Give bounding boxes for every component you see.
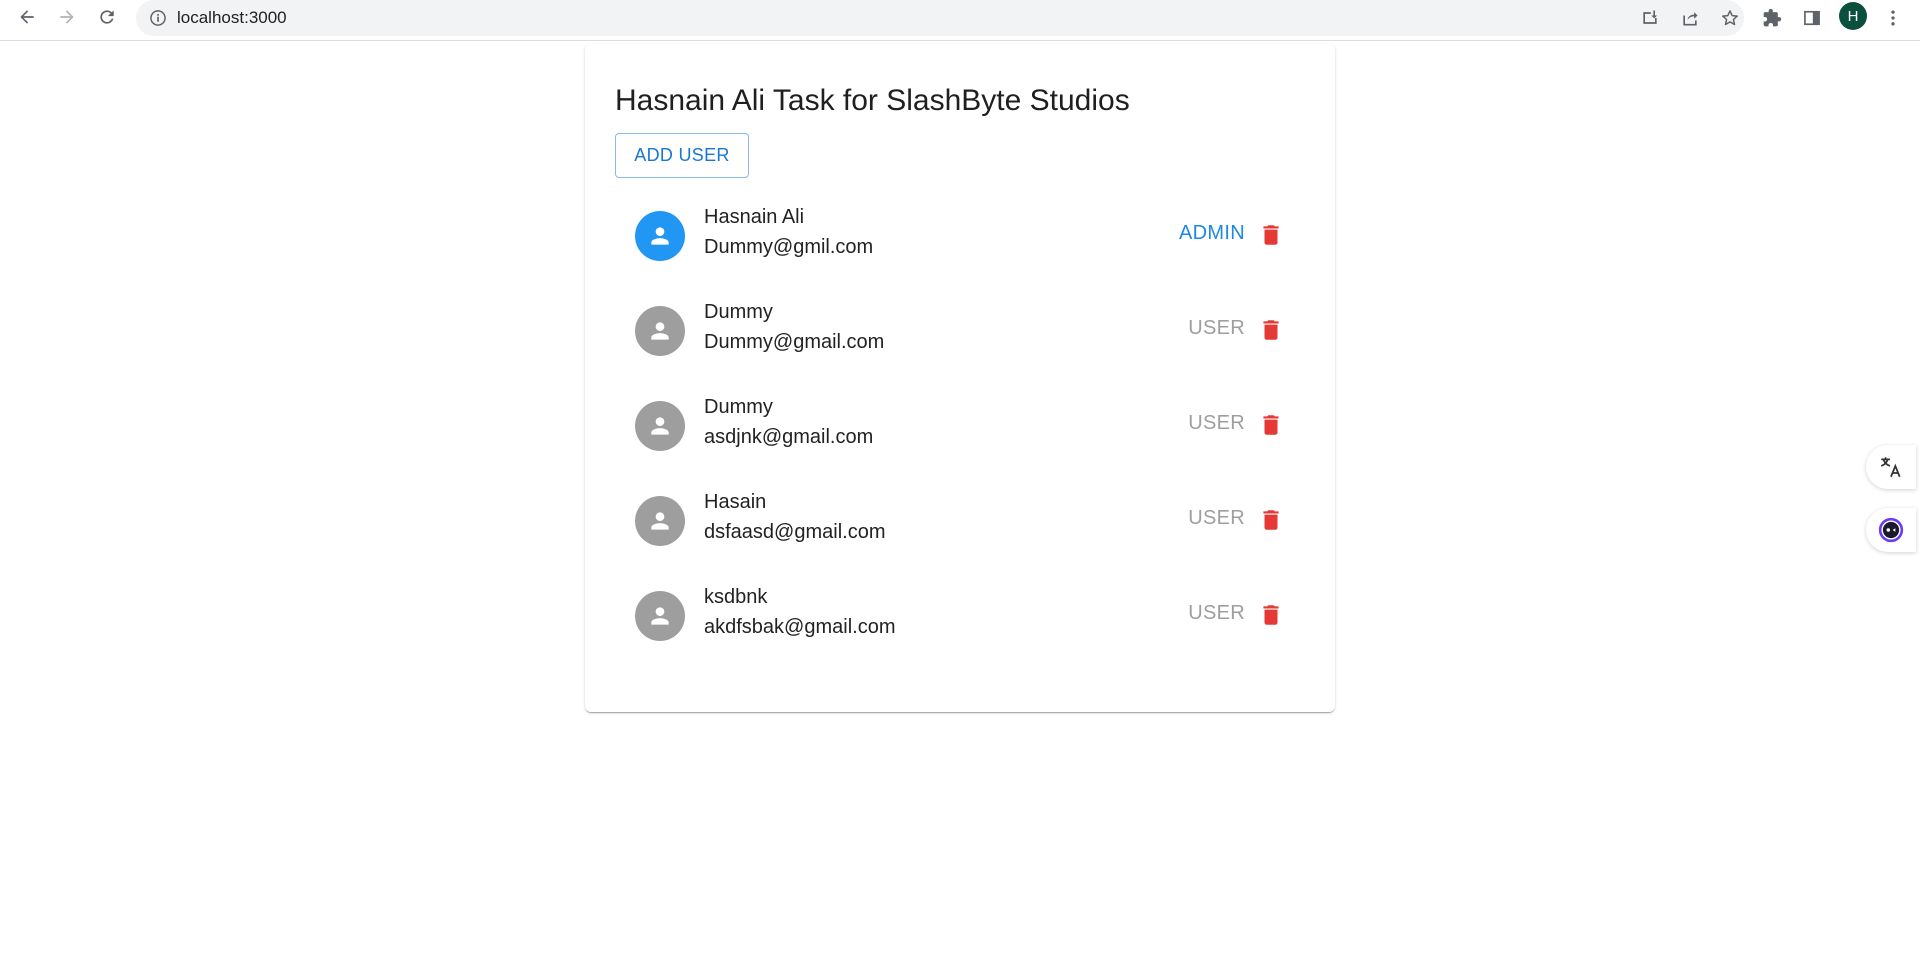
- role-toggle-button[interactable]: USER: [1188, 602, 1245, 625]
- user-name: Dummy: [704, 396, 773, 418]
- share-icon: [1683, 12, 1698, 26]
- user-email: asdjnk@gmail.com: [704, 426, 874, 448]
- star-icon: [1722, 10, 1738, 26]
- delete-user-button[interactable]: [1257, 600, 1285, 630]
- bookmark-button[interactable]: [1717, 5, 1743, 31]
- arrow-left-icon: [20, 10, 34, 24]
- page-title: Hasnain Ali Task for SlashByte Studios: [615, 84, 1130, 117]
- user-list-item: Dummy asdjnk@gmail.com USER: [615, 374, 1305, 469]
- side-panel-button[interactable]: [1797, 3, 1827, 33]
- avatar: [635, 496, 685, 546]
- user-card: Hasnain Ali Task for SlashByte Studios A…: [585, 44, 1335, 712]
- role-toggle-button[interactable]: ADMIN: [1179, 222, 1245, 245]
- user-name: Hasain: [704, 491, 767, 513]
- reload-button[interactable]: [92, 2, 122, 32]
- user-list: Hasnain Ali Dummy@gmil.com ADMIN Dummy Dummy…: [615, 184, 1305, 659]
- trash-icon: [1263, 510, 1279, 530]
- translate-widget[interactable]: [1866, 445, 1916, 489]
- user-email: Dummy@gmil.com: [704, 236, 874, 258]
- side-panel-icon: [1804, 10, 1820, 26]
- extensions-button[interactable]: [1757, 3, 1787, 33]
- user-name: Dummy: [704, 301, 773, 323]
- person-icon: [651, 322, 669, 340]
- person-icon: [651, 227, 669, 245]
- avatar: [635, 591, 685, 641]
- user-list-item: Hasnain Ali Dummy@gmil.com ADMIN: [615, 184, 1305, 279]
- url-text: localhost:3000: [177, 8, 287, 27]
- browser-toolbar: localhost:3000 H: [0, 0, 1920, 41]
- profile-avatar[interactable]: H: [1839, 2, 1867, 30]
- user-email: dsfaasd@gmail.com: [704, 521, 886, 543]
- menu-button[interactable]: [1878, 3, 1908, 33]
- delete-user-button[interactable]: [1257, 505, 1285, 535]
- user-email: Dummy@gmail.com: [704, 331, 885, 353]
- user-name: ksdbnk: [704, 586, 768, 608]
- delete-user-button[interactable]: [1257, 315, 1285, 345]
- install-icon: [1643, 10, 1658, 24]
- trash-icon: [1263, 225, 1279, 245]
- user-list-item: ksdbnk akdfsbak@gmail.com USER: [615, 564, 1305, 659]
- forward-button[interactable]: [52, 2, 82, 32]
- person-icon: [651, 512, 669, 530]
- delete-user-button[interactable]: [1257, 410, 1285, 440]
- translate-icon: [1880, 457, 1901, 478]
- share-button[interactable]: [1677, 5, 1703, 31]
- trash-icon: [1263, 605, 1279, 625]
- avatar: [635, 306, 685, 356]
- user-list-item: Dummy Dummy@gmail.com USER: [615, 279, 1305, 374]
- trash-icon: [1263, 415, 1279, 435]
- add-user-button[interactable]: ADD USER: [615, 133, 749, 178]
- person-icon: [651, 607, 669, 625]
- role-toggle-button[interactable]: USER: [1188, 317, 1245, 340]
- user-list-item: Hasain dsfaasd@gmail.com USER: [615, 469, 1305, 564]
- assistant-widget[interactable]: [1866, 508, 1916, 552]
- avatar: [635, 401, 685, 451]
- user-email: akdfsbak@gmail.com: [704, 616, 896, 638]
- role-toggle-button[interactable]: USER: [1188, 507, 1245, 530]
- install-app-button[interactable]: [1637, 5, 1663, 31]
- trash-icon: [1263, 320, 1279, 340]
- reload-icon: [100, 10, 114, 24]
- puzzle-icon: [1763, 8, 1782, 27]
- arrow-right-icon: [60, 10, 74, 24]
- user-name: Hasnain Ali: [704, 206, 805, 228]
- role-toggle-button[interactable]: USER: [1188, 412, 1245, 435]
- info-icon[interactable]: [148, 8, 168, 28]
- delete-user-button[interactable]: [1257, 220, 1285, 250]
- avatar: [635, 211, 685, 261]
- assistant-icon: [1878, 517, 1904, 543]
- kebab-menu-icon: [1891, 10, 1895, 26]
- back-button[interactable]: [12, 2, 42, 32]
- address-bar[interactable]: localhost:3000: [136, 0, 1744, 36]
- person-icon: [651, 417, 669, 435]
